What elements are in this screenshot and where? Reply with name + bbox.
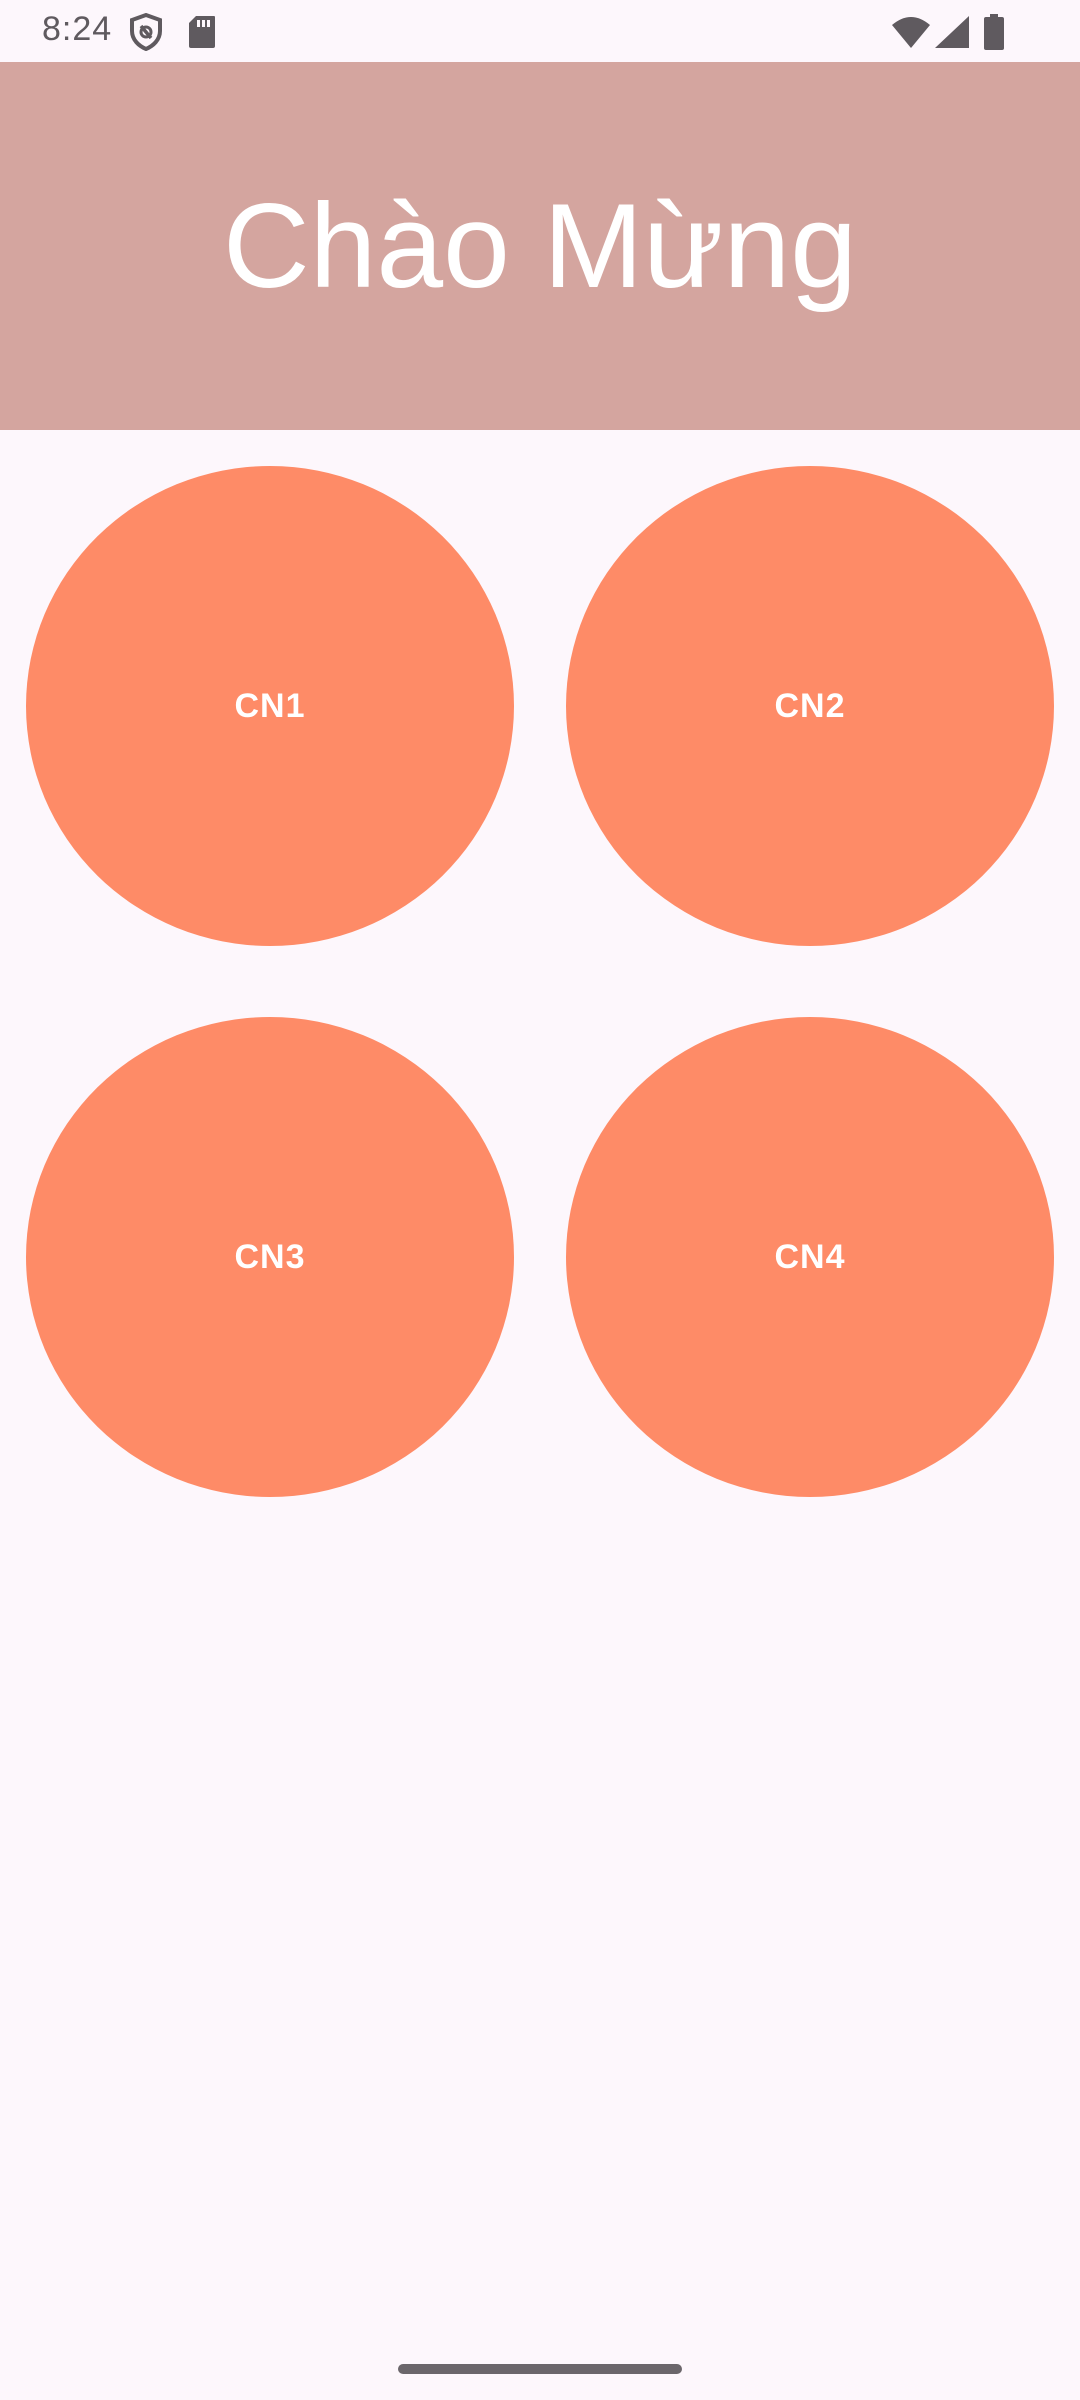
wifi-icon [890,12,932,52]
page-title: Chào Mừng [223,179,857,313]
battery-icon [976,12,1012,52]
status-bar: 8:24 [0,0,1080,62]
cn1-button[interactable]: CN1 [26,466,514,946]
status-time: 8:24 [42,10,113,48]
shield-icon [126,12,166,52]
sd-card-icon [182,12,222,52]
cn4-button[interactable]: CN4 [566,1017,1054,1497]
home-gesture-bar[interactable] [398,2364,682,2374]
cn2-button[interactable]: CN2 [566,466,1054,946]
signal-icon [932,12,972,52]
cn3-button[interactable]: CN3 [26,1017,514,1497]
header-banner: Chào Mừng [0,62,1080,430]
